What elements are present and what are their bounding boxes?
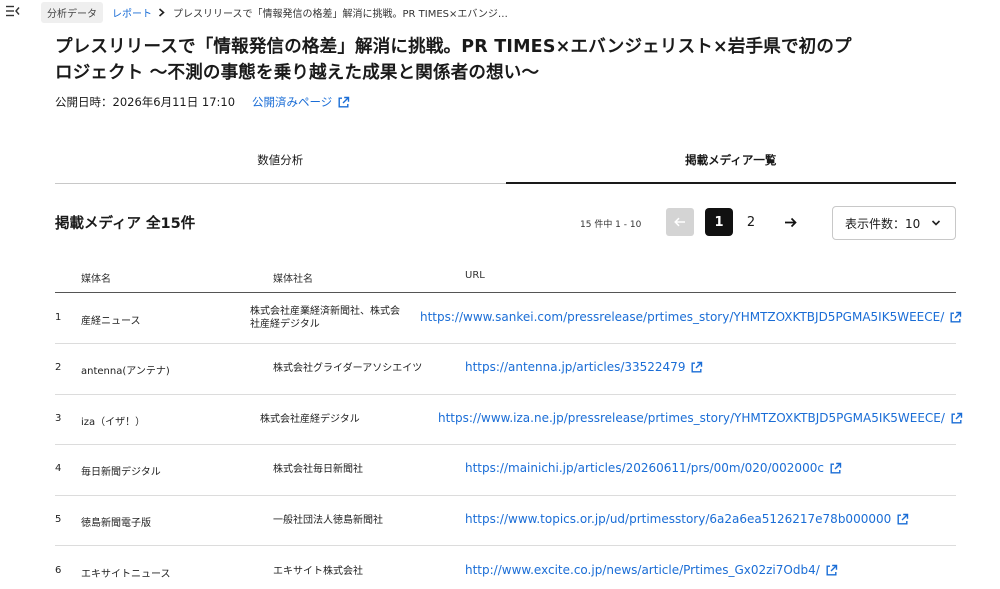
row-number: 6	[55, 565, 62, 576]
row-url-link[interactable]: https://mainichi.jp/articles/20260611/pr…	[465, 461, 842, 475]
row-number: 2	[55, 362, 62, 373]
row-company-name: 一般社団法人徳島新聞社	[273, 515, 383, 526]
row-url-text: http://www.excite.co.jp/news/article/Prt…	[465, 563, 820, 577]
row-url-text: https://mainichi.jp/articles/20260611/pr…	[465, 461, 824, 475]
column-header-url: URL	[465, 270, 485, 281]
result-range: 15 件中 1 - 10	[580, 220, 642, 230]
per-page-select[interactable]: 表示件数：10	[832, 206, 956, 240]
page-button-2[interactable]: 2	[737, 208, 765, 236]
external-link-icon	[950, 311, 962, 322]
column-header-media: 媒体名	[81, 274, 111, 285]
media-count-heading: 掲載メディア 全15件	[55, 216, 196, 232]
menu-toggle-icon[interactable]	[6, 5, 20, 17]
row-url-text: https://www.sankei.com/pressrelease/prti…	[420, 310, 945, 324]
row-media-name: 産経ニュース	[81, 316, 141, 327]
page-title: プレスリリースで「情報発信の格差」解消に挑戦。PR TIMES×エバンジェリスト…	[55, 37, 852, 83]
page-button-1[interactable]: 1	[705, 208, 733, 236]
table-row: 6 エキサイトニュース エキサイト株式会社 http://www.excite.…	[55, 546, 956, 589]
breadcrumb-current: プレスリリースで「情報発信の格差」解消に挑戦。PR TIMES×エバンジ…	[173, 8, 508, 20]
row-number: 5	[55, 514, 62, 525]
row-media-name: 毎日新聞デジタル	[81, 467, 161, 478]
table-row: 1 産経ニュース 株式会社産業経済新聞社、株式会社産経デジタル https://…	[55, 293, 962, 344]
arrow-left-icon	[674, 217, 685, 227]
external-link-icon	[897, 513, 909, 524]
row-url-text: https://www.iza.ne.jp/pressrelease/prtim…	[438, 411, 945, 425]
row-url-link[interactable]: https://www.topics.or.jp/ud/prtimesstory…	[465, 512, 909, 526]
tab-bar: 数値分析 掲載メディア一覧	[55, 144, 956, 184]
row-number: 4	[55, 463, 62, 474]
external-link-icon	[338, 96, 350, 107]
prev-page-button[interactable]	[666, 208, 694, 236]
row-company-name: 株式会社グライダーアソシエイツ	[273, 363, 423, 374]
tab-media-list[interactable]: 掲載メディア一覧	[505, 144, 956, 184]
column-header-company: 媒体社名	[273, 274, 313, 285]
row-url-link[interactable]: https://www.sankei.com/pressrelease/prti…	[420, 310, 962, 324]
row-url-link[interactable]: https://www.iza.ne.jp/pressrelease/prtim…	[438, 411, 963, 425]
table-row: 4 毎日新聞デジタル 株式会社毎日新聞社 https://mainichi.jp…	[55, 445, 956, 496]
published-datetime: 公開日時：2026年6月11日 17:10	[55, 95, 236, 109]
row-url-text: https://antenna.jp/articles/33522479	[465, 360, 686, 374]
row-number: 1	[55, 312, 62, 323]
arrow-right-icon	[784, 217, 797, 227]
row-company-name: 株式会社毎日新聞社	[273, 464, 363, 475]
row-url-link[interactable]: https://antenna.jp/articles/33522479	[465, 360, 703, 374]
breadcrumb: 分析データ レポート プレスリリースで「情報発信の格差」解消に挑戦。PR TIM…	[41, 1, 508, 23]
external-link-icon	[826, 564, 837, 575]
row-url-text: https://www.topics.or.jp/ud/prtimesstory…	[465, 512, 892, 526]
next-page-button[interactable]	[776, 208, 804, 236]
per-page-value: 表示件数：10	[845, 216, 921, 231]
row-company-name: 株式会社産業経済新聞社、株式会社産経デジタル	[250, 306, 400, 330]
row-number: 3	[55, 413, 62, 424]
published-page-link-label: 公開済みページ	[252, 95, 333, 109]
chevron-right-icon	[158, 7, 165, 17]
row-url-link[interactable]: http://www.excite.co.jp/news/article/Prt…	[465, 563, 838, 577]
row-media-name: antenna(アンテナ)	[81, 366, 170, 377]
external-link-icon	[691, 361, 703, 372]
row-media-name: iza（イザ！）	[81, 417, 146, 428]
external-link-icon	[951, 412, 963, 423]
breadcrumb-report-link[interactable]: レポート	[112, 5, 152, 20]
row-media-name: エキサイトニュース	[81, 569, 171, 580]
tab-numeric-analysis[interactable]: 数値分析	[55, 144, 506, 184]
breadcrumb-root[interactable]: 分析データ	[41, 1, 103, 23]
row-media-name: 徳島新聞電子版	[81, 518, 151, 529]
row-company-name: エキサイト株式会社	[273, 566, 363, 577]
external-link-icon	[830, 462, 842, 473]
row-company-name: 株式会社産経デジタル	[260, 414, 360, 425]
table-row: 3 iza（イザ！） 株式会社産経デジタル https://www.iza.ne…	[55, 395, 963, 445]
published-page-link[interactable]: 公開済みページ	[252, 94, 350, 110]
table-row: 2 antenna(アンテナ) 株式会社グライダーアソシエイツ https://…	[55, 344, 956, 395]
table-row: 5 徳島新聞電子版 一般社団法人徳島新聞社 https://www.topics…	[55, 496, 956, 546]
chevron-down-icon	[931, 220, 941, 226]
publish-meta: 公開日時：2026年6月11日 17:10 公開済みページ	[55, 94, 350, 110]
